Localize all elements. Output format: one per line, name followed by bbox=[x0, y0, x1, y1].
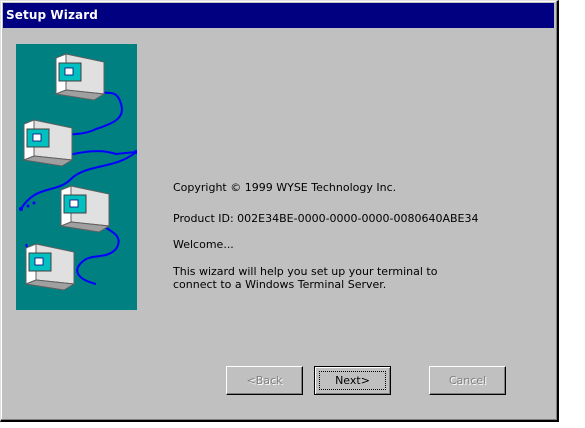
description-line-2: connect to a Windows Terminal Server. bbox=[173, 278, 387, 291]
cancel-button-label: Cancel bbox=[448, 374, 487, 387]
back-button-label: <Back bbox=[246, 374, 283, 387]
terminal-icon-2 bbox=[22, 119, 74, 167]
terminal-icon-4 bbox=[24, 243, 76, 291]
back-button[interactable]: <Back bbox=[226, 366, 303, 395]
welcome-text: Welcome... bbox=[173, 238, 234, 251]
description-line-1: This wizard will help you set up your te… bbox=[173, 265, 438, 278]
networked-terminals-illustration bbox=[19, 53, 137, 291]
terminal-icon-1 bbox=[54, 53, 106, 101]
title-bar[interactable]: Setup Wizard bbox=[3, 3, 554, 28]
cancel-button[interactable]: Cancel bbox=[429, 366, 506, 395]
terminal-icon-3 bbox=[59, 185, 111, 233]
product-id-text: Product ID: 002E34BE-0000-0000-0000-0080… bbox=[173, 212, 479, 225]
next-button[interactable]: Next> bbox=[314, 366, 391, 395]
wizard-side-image bbox=[16, 44, 137, 310]
window-title: Setup Wizard bbox=[6, 8, 98, 22]
setup-wizard-window: Setup Wizard Copyright © 1999 WYSE Techn… bbox=[0, 0, 559, 422]
copyright-text: Copyright © 1999 WYSE Technology Inc. bbox=[173, 181, 397, 194]
next-button-label: Next> bbox=[335, 374, 370, 387]
